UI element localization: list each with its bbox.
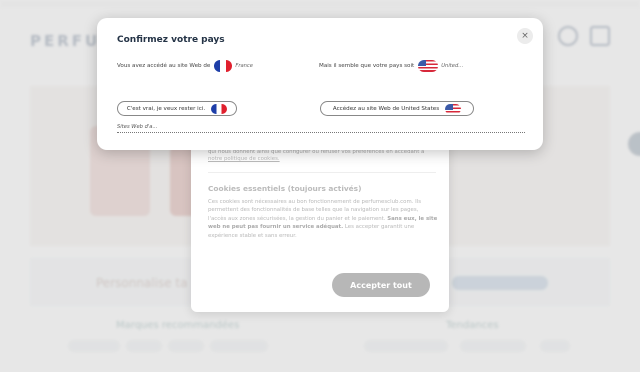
go-to-us-site-button[interactable]: Accédez au site Web de United States (320, 101, 474, 116)
country-confirm-modal: Confirmez votre pays × Vous avez accédé … (97, 18, 543, 150)
essential-cookies-text: Ces cookies sont nécessaires au bon fonc… (208, 198, 438, 240)
usa-flag-icon (418, 60, 439, 72)
cookie-policy-link[interactable]: notre politique de cookies. (208, 156, 280, 162)
other-websites-select[interactable]: Sites Web d'a... (117, 124, 525, 133)
close-icon[interactable]: × (517, 28, 533, 44)
accept-all-button[interactable]: Accepter tout (332, 273, 430, 297)
current-country-name: France (235, 63, 253, 69)
cookie-intro-text: qui nous donnent ainsi que configurer ou… (208, 149, 436, 164)
stay-here-label: C'est vrai, je veux rester ici. (126, 105, 206, 112)
stay-here-button[interactable]: C'est vrai, je veux rester ici. (117, 101, 237, 116)
essential-cookies-title: Cookies essentiels (toujours activés) (208, 184, 362, 193)
detected-country-name: United... (441, 63, 464, 69)
current-site-info: Vous avez accédé au site Web de France (117, 60, 253, 72)
modal-title: Confirmez votre pays (117, 35, 225, 45)
divider (208, 172, 436, 173)
france-flag-icon (214, 60, 233, 72)
go-to-us-site-label: Accédez au site Web de United States (332, 105, 440, 112)
current-site-text: Vous avez accédé au site Web de (117, 63, 211, 69)
detected-country-info: Mais il semble que votre pays soit Unite… (319, 60, 463, 72)
france-flag-icon (211, 103, 228, 114)
detected-country-text: Mais il semble que votre pays soit (319, 63, 415, 69)
usa-flag-icon (445, 103, 462, 114)
